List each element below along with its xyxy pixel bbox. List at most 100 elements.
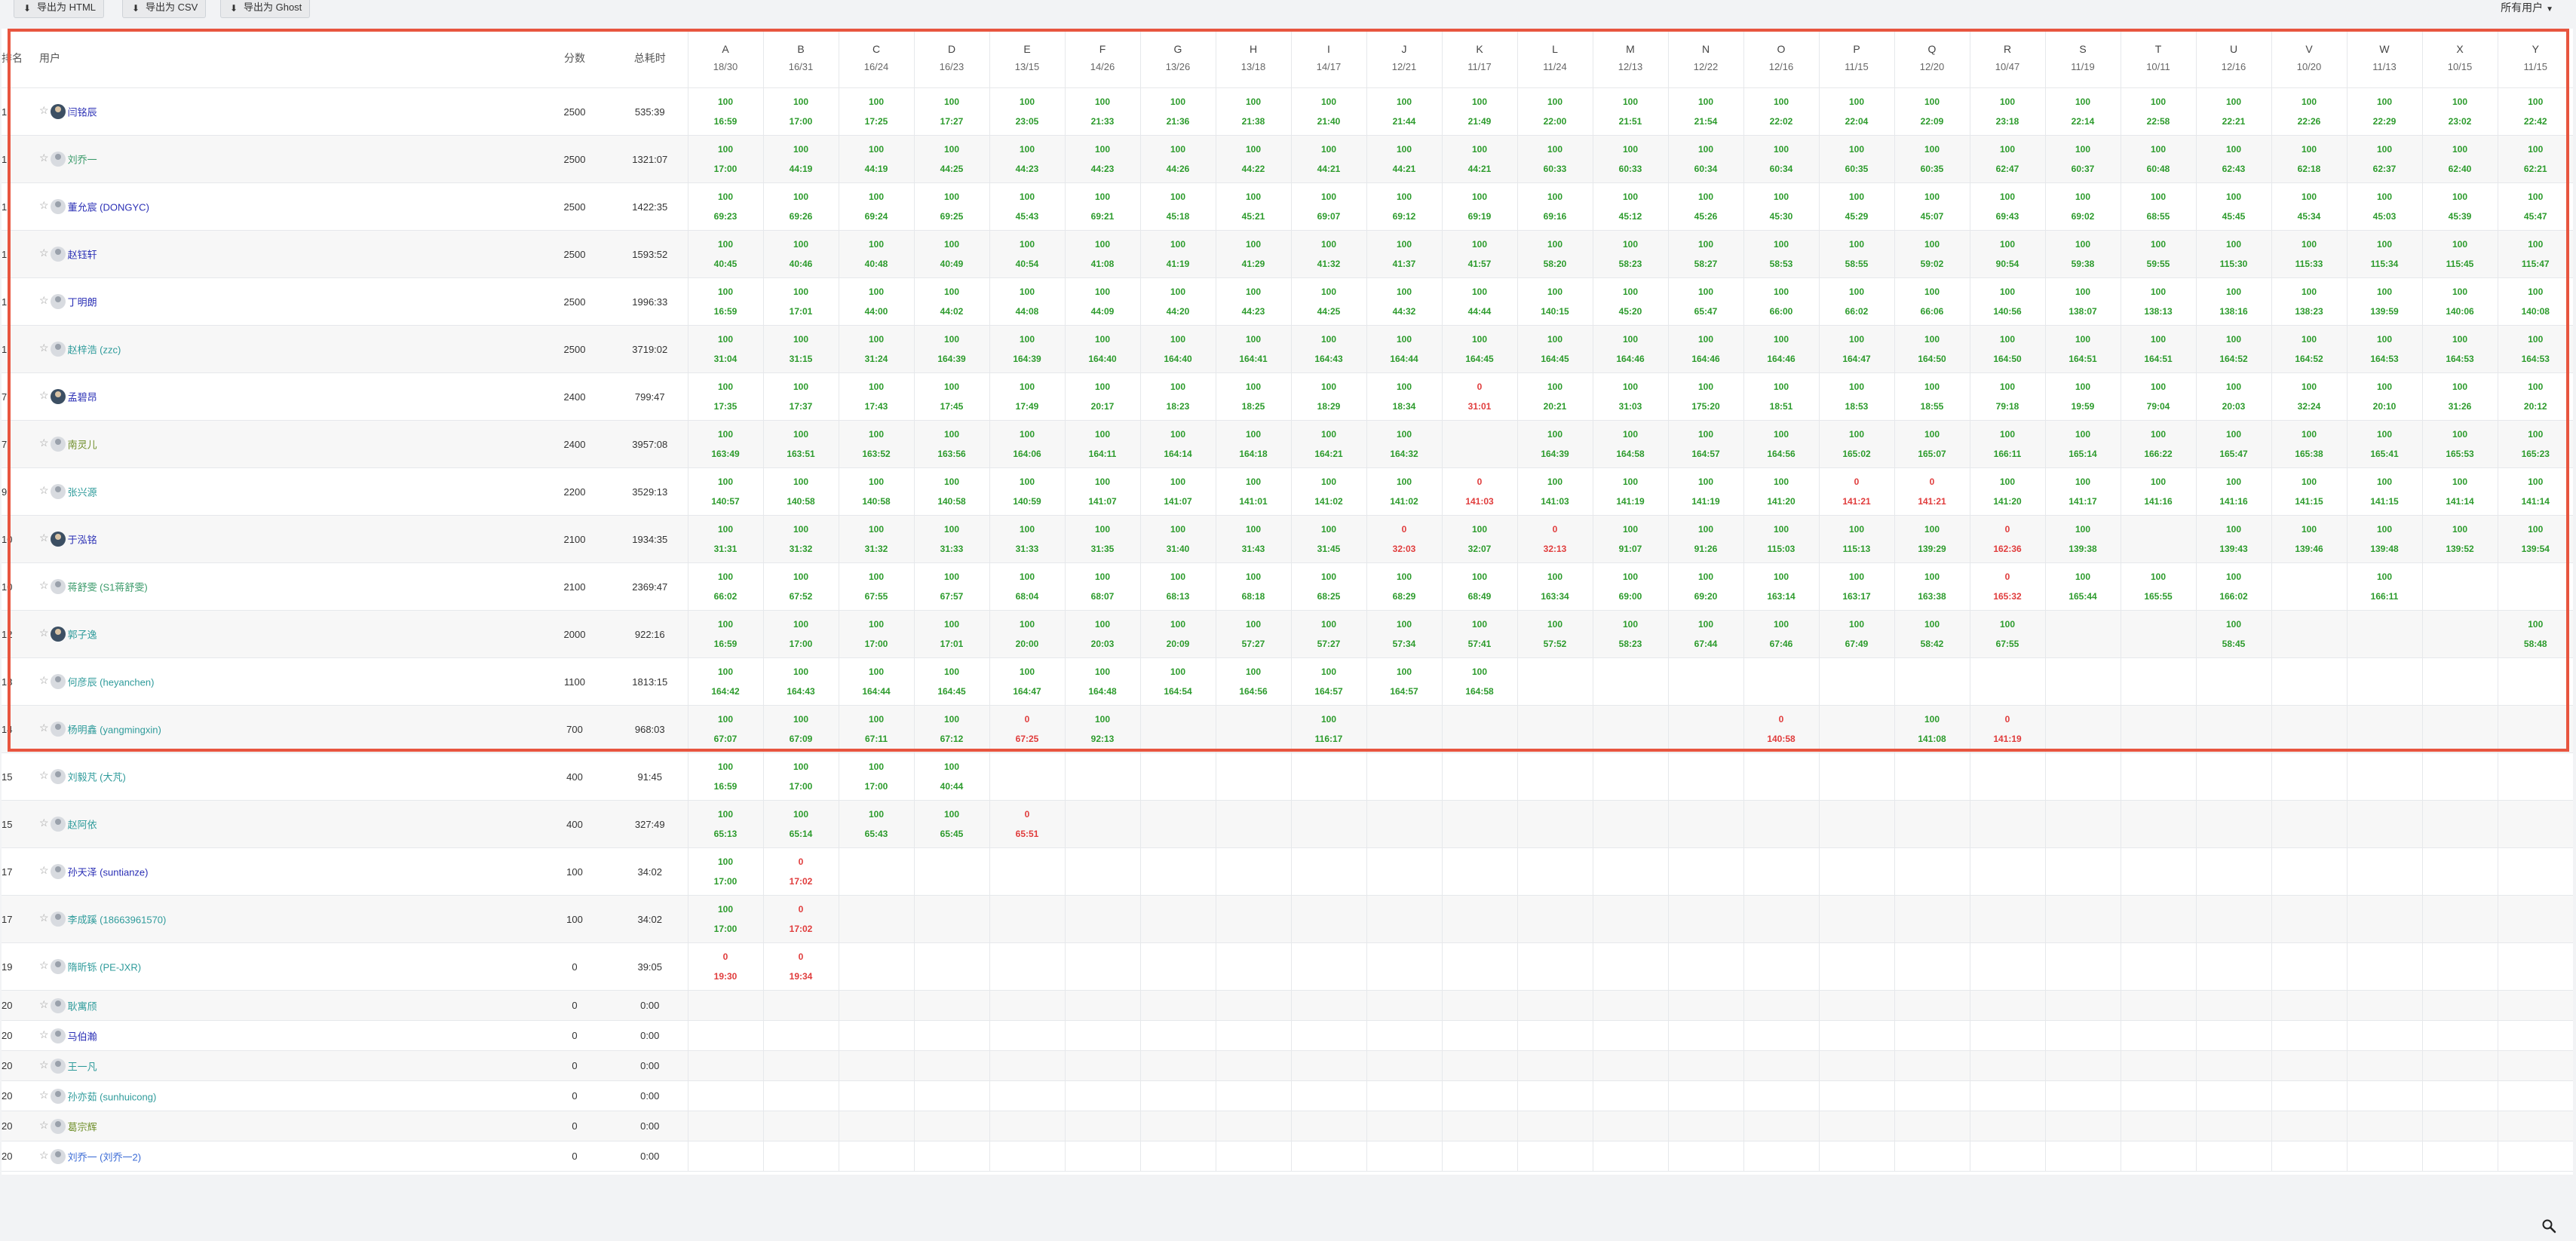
problem-result-cell[interactable]: 100 22:04 (1818, 87, 1894, 136)
problem-result-cell[interactable]: 100 17:43 (838, 372, 914, 421)
problem-result-cell[interactable]: 100 138:13 (2120, 277, 2196, 326)
problem-result-cell[interactable]: 100 164:52 (2195, 325, 2271, 373)
problem-result-cell[interactable]: 100 141:19 (1592, 467, 1668, 516)
problem-result-cell[interactable]: 100 164:21 (1290, 420, 1366, 468)
problem-result-cell[interactable]: 100 62:37 (2346, 135, 2422, 183)
problem-result-cell[interactable]: 100 45:21 (1215, 182, 1291, 231)
problem-result-cell[interactable]: 100 41:08 (1064, 230, 1140, 278)
problem-result-cell[interactable]: 100 69:07 (1290, 182, 1366, 231)
problem-result-cell[interactable]: 100 164:40 (1064, 325, 1140, 373)
problem-result-cell[interactable]: 100 17:00 (687, 135, 763, 183)
problem-result-cell[interactable]: 100 60:48 (2120, 135, 2196, 183)
problem-header[interactable]: F 14/26 (1064, 29, 1140, 88)
export-csv-button[interactable]: ⬇ 导出为 CSV (122, 0, 207, 18)
problem-result-cell[interactable]: 100 31:24 (838, 325, 914, 373)
problem-result-cell[interactable]: 100 69:23 (687, 182, 763, 231)
problem-result-cell[interactable]: 0 141:21 (1894, 467, 1970, 516)
search-icon[interactable] (2541, 1218, 2556, 1233)
user-name-link[interactable]: 李成蹊 (18663961570) (68, 915, 167, 926)
problem-result-cell[interactable]: 100 21:51 (1592, 87, 1668, 136)
problem-result-cell[interactable]: 100 164:50 (1894, 325, 1970, 373)
problem-result-cell[interactable]: 100 164:14 (1139, 420, 1216, 468)
problem-result-cell[interactable]: 100 166:11 (2346, 562, 2422, 611)
problem-result-cell[interactable]: 100 91:07 (1592, 515, 1668, 563)
problem-result-cell[interactable]: 100 140:08 (2497, 277, 2573, 326)
problem-result-cell[interactable]: 100 32:07 (1441, 515, 1517, 563)
user-name-link[interactable]: 隋昕铄 (PE-JXR) (68, 962, 142, 973)
problem-result-cell[interactable]: 100 164:53 (2421, 325, 2498, 373)
problem-result-cell[interactable]: 100 22:29 (2346, 87, 2422, 136)
user-name-link[interactable]: 赵阿依 (68, 820, 97, 831)
problem-result-cell[interactable]: 100 164:56 (1215, 657, 1291, 706)
problem-result-cell[interactable]: 100 67:49 (1818, 610, 1894, 658)
problem-result-cell[interactable]: 100 58:23 (1592, 230, 1668, 278)
star-icon[interactable]: ☆ (39, 532, 49, 544)
problem-result-cell[interactable]: 100 41:37 (1366, 230, 1442, 278)
problem-result-cell[interactable]: 100 165:38 (2271, 420, 2347, 468)
problem-result-cell[interactable]: 100 79:04 (2120, 372, 2196, 421)
problem-header[interactable]: D 16/23 (913, 29, 989, 88)
problem-result-cell[interactable]: 100 44:19 (762, 135, 839, 183)
problem-result-cell[interactable]: 100 22:21 (2195, 87, 2271, 136)
problem-result-cell[interactable]: 100 68:49 (1441, 562, 1517, 611)
problem-result-cell[interactable]: 100 58:48 (2497, 610, 2573, 658)
star-icon[interactable]: ☆ (39, 247, 49, 259)
problem-result-cell[interactable]: 100 62:43 (2195, 135, 2271, 183)
star-icon[interactable]: ☆ (39, 998, 49, 1010)
problem-result-cell[interactable]: 100 165:02 (1818, 420, 1894, 468)
problem-result-cell[interactable]: 100 164:51 (2120, 325, 2196, 373)
problem-result-cell[interactable]: 100 69:26 (762, 182, 839, 231)
problem-result-cell[interactable]: 100 164:44 (1366, 325, 1442, 373)
problem-result-cell[interactable]: 100 17:00 (838, 610, 914, 658)
problem-result-cell[interactable]: 100 32:24 (2271, 372, 2347, 421)
problem-result-cell[interactable]: 100 164:56 (1743, 420, 1819, 468)
problem-result-cell[interactable]: 100 62:21 (2497, 135, 2573, 183)
problem-result-cell[interactable]: 100 163:51 (762, 420, 839, 468)
problem-result-cell[interactable]: 100 90:54 (1969, 230, 2045, 278)
star-icon[interactable]: ☆ (39, 674, 49, 686)
problem-result-cell[interactable]: 100 18:34 (1366, 372, 1442, 421)
problem-result-cell[interactable]: 100 79:18 (1969, 372, 2045, 421)
problem-result-cell[interactable]: 100 67:55 (1969, 610, 2045, 658)
problem-result-cell[interactable]: 100 141:02 (1366, 467, 1442, 516)
problem-result-cell[interactable]: 0 31:01 (1441, 372, 1517, 421)
problem-result-cell[interactable]: 100 164:40 (1139, 325, 1216, 373)
problem-result-cell[interactable]: 100 22:09 (1894, 87, 1970, 136)
problem-result-cell[interactable]: 100 164:44 (838, 657, 914, 706)
problem-result-cell[interactable]: 100 141:20 (1743, 467, 1819, 516)
user-name-link[interactable]: 于泓铭 (68, 535, 97, 546)
problem-result-cell[interactable]: 100 60:34 (1667, 135, 1743, 183)
problem-result-cell[interactable]: 100 31:43 (1215, 515, 1291, 563)
problem-result-cell[interactable]: 100 140:58 (913, 467, 989, 516)
problem-result-cell[interactable]: 100 44:25 (913, 135, 989, 183)
problem-result-cell[interactable]: 100 65:45 (913, 800, 989, 848)
problem-result-cell[interactable]: 100 23:18 (1969, 87, 2045, 136)
problem-header[interactable]: A 18/30 (687, 29, 763, 88)
user-name-link[interactable]: 张兴源 (68, 487, 97, 498)
problem-result-cell[interactable]: 0 17:02 (762, 895, 839, 943)
problem-result-cell[interactable]: 100 31:03 (1592, 372, 1668, 421)
problem-result-cell[interactable]: 100 18:55 (1894, 372, 1970, 421)
problem-result-cell[interactable]: 100 141:17 (2044, 467, 2121, 516)
problem-result-cell[interactable]: 100 69:43 (1969, 182, 2045, 231)
problem-result-cell[interactable]: 100 58:23 (1592, 610, 1668, 658)
problem-result-cell[interactable]: 100 164:48 (1064, 657, 1140, 706)
problem-result-cell[interactable]: 100 65:13 (687, 800, 763, 848)
problem-result-cell[interactable]: 100 165:44 (2044, 562, 2121, 611)
problem-result-cell[interactable]: 100 66:02 (1818, 277, 1894, 326)
problem-result-cell[interactable]: 100 69:00 (1592, 562, 1668, 611)
problem-result-cell[interactable]: 100 139:38 (2044, 515, 2121, 563)
problem-result-cell[interactable]: 100 45:34 (2271, 182, 2347, 231)
star-icon[interactable]: ☆ (39, 1149, 49, 1161)
problem-result-cell[interactable]: 100 41:29 (1215, 230, 1291, 278)
problem-result-cell[interactable]: 0 165:32 (1969, 562, 2045, 611)
problem-header[interactable]: E 13/15 (989, 29, 1065, 88)
problem-result-cell[interactable]: 100 44:08 (989, 277, 1065, 326)
problem-result-cell[interactable]: 100 21:44 (1366, 87, 1442, 136)
star-icon[interactable]: ☆ (39, 1059, 49, 1071)
problem-result-cell[interactable]: 100 68:07 (1064, 562, 1140, 611)
problem-result-cell[interactable]: 100 166:02 (2195, 562, 2271, 611)
user-filter-dropdown[interactable]: 所有用户 ▼ (2501, 0, 2553, 17)
problem-result-cell[interactable]: 100 163:56 (913, 420, 989, 468)
user-name-link[interactable]: 闫铭辰 (68, 107, 97, 118)
